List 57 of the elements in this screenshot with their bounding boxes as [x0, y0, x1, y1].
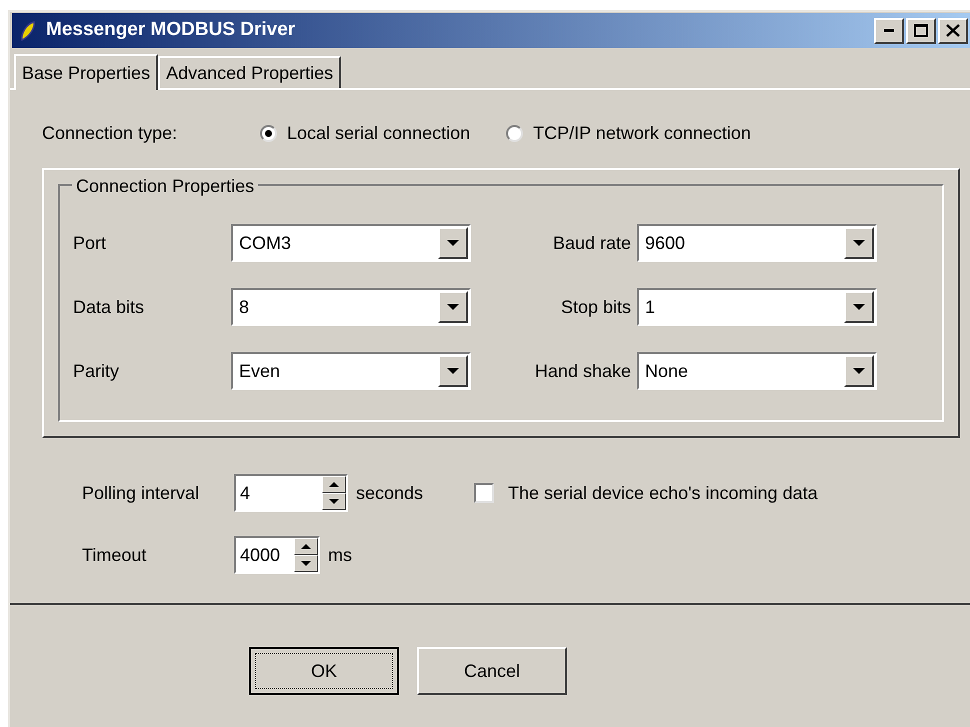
dropdown-button[interactable]: [844, 227, 874, 259]
down-arrow-icon: [329, 499, 339, 504]
field-label: Timeout: [82, 544, 148, 566]
field-label: Baud rate: [552, 232, 632, 254]
field-label: Parity: [73, 360, 120, 383]
field-label: Polling interval: [82, 482, 200, 505]
ok-button[interactable]: OK: [249, 647, 399, 695]
checkbox[interactable]: [474, 483, 494, 503]
dropdown-field[interactable]: COM3: [231, 224, 471, 262]
maximize-icon: [914, 24, 928, 37]
spin-field[interactable]: 4000: [234, 536, 320, 574]
radio-option[interactable]: TCP/IP network connection: [506, 120, 751, 146]
up-arrow-icon: [301, 544, 311, 549]
close-button[interactable]: [938, 18, 968, 44]
connection-type-label: Connection type:: [42, 122, 178, 145]
down-arrow-icon: [447, 368, 459, 374]
echo-checkbox-option[interactable]: The serial device echo's incoming data: [474, 480, 818, 506]
cancel-button[interactable]: Cancel: [417, 647, 567, 695]
maximize-button[interactable]: [906, 18, 936, 44]
unit-label: seconds: [356, 482, 424, 504]
spin-down-button[interactable]: [322, 493, 346, 510]
dropdown-button[interactable]: [438, 291, 468, 323]
field-label: Port: [73, 232, 108, 254]
unit-label: ms: [328, 544, 352, 566]
dropdown-button[interactable]: [438, 227, 468, 259]
dropdown-field[interactable]: None: [637, 352, 877, 390]
feather-icon: [18, 20, 38, 42]
dropdown-field[interactable]: 9600: [637, 224, 877, 262]
down-arrow-icon: [301, 561, 311, 566]
tab[interactable]: Advanced Properties: [158, 56, 342, 88]
dropdown-button[interactable]: [844, 355, 874, 387]
close-icon: [946, 24, 960, 37]
spin-up-button[interactable]: [322, 476, 346, 493]
down-arrow-icon: [853, 304, 865, 310]
spin-down-button[interactable]: [294, 555, 318, 572]
down-arrow-icon: [853, 368, 865, 374]
dropdown-button[interactable]: [844, 291, 874, 323]
down-arrow-icon: [853, 240, 865, 246]
radio-option[interactable]: Local serial connection: [260, 120, 470, 146]
tab[interactable]: Base Properties: [14, 54, 158, 90]
dropdown-field[interactable]: 1: [637, 288, 877, 326]
dropdown-field[interactable]: Even: [231, 352, 471, 390]
spin-field[interactable]: 4: [234, 474, 348, 512]
down-arrow-icon: [447, 304, 459, 310]
dropdown-button[interactable]: [438, 355, 468, 387]
dropdown-field[interactable]: 8: [231, 288, 471, 326]
field-label: Data bits: [73, 296, 146, 318]
field-label: Stop bits: [560, 296, 632, 319]
up-arrow-icon: [329, 482, 339, 487]
spin-up-button[interactable]: [294, 538, 318, 555]
minimize-button[interactable]: [874, 18, 904, 44]
radio-button[interactable]: [260, 124, 277, 142]
field-label: Hand shake: [534, 360, 632, 382]
radio-button[interactable]: [506, 124, 524, 142]
window-title: Messenger MODBUS Driver: [46, 18, 296, 42]
down-arrow-icon: [447, 240, 459, 246]
minimize-icon: [884, 29, 894, 32]
